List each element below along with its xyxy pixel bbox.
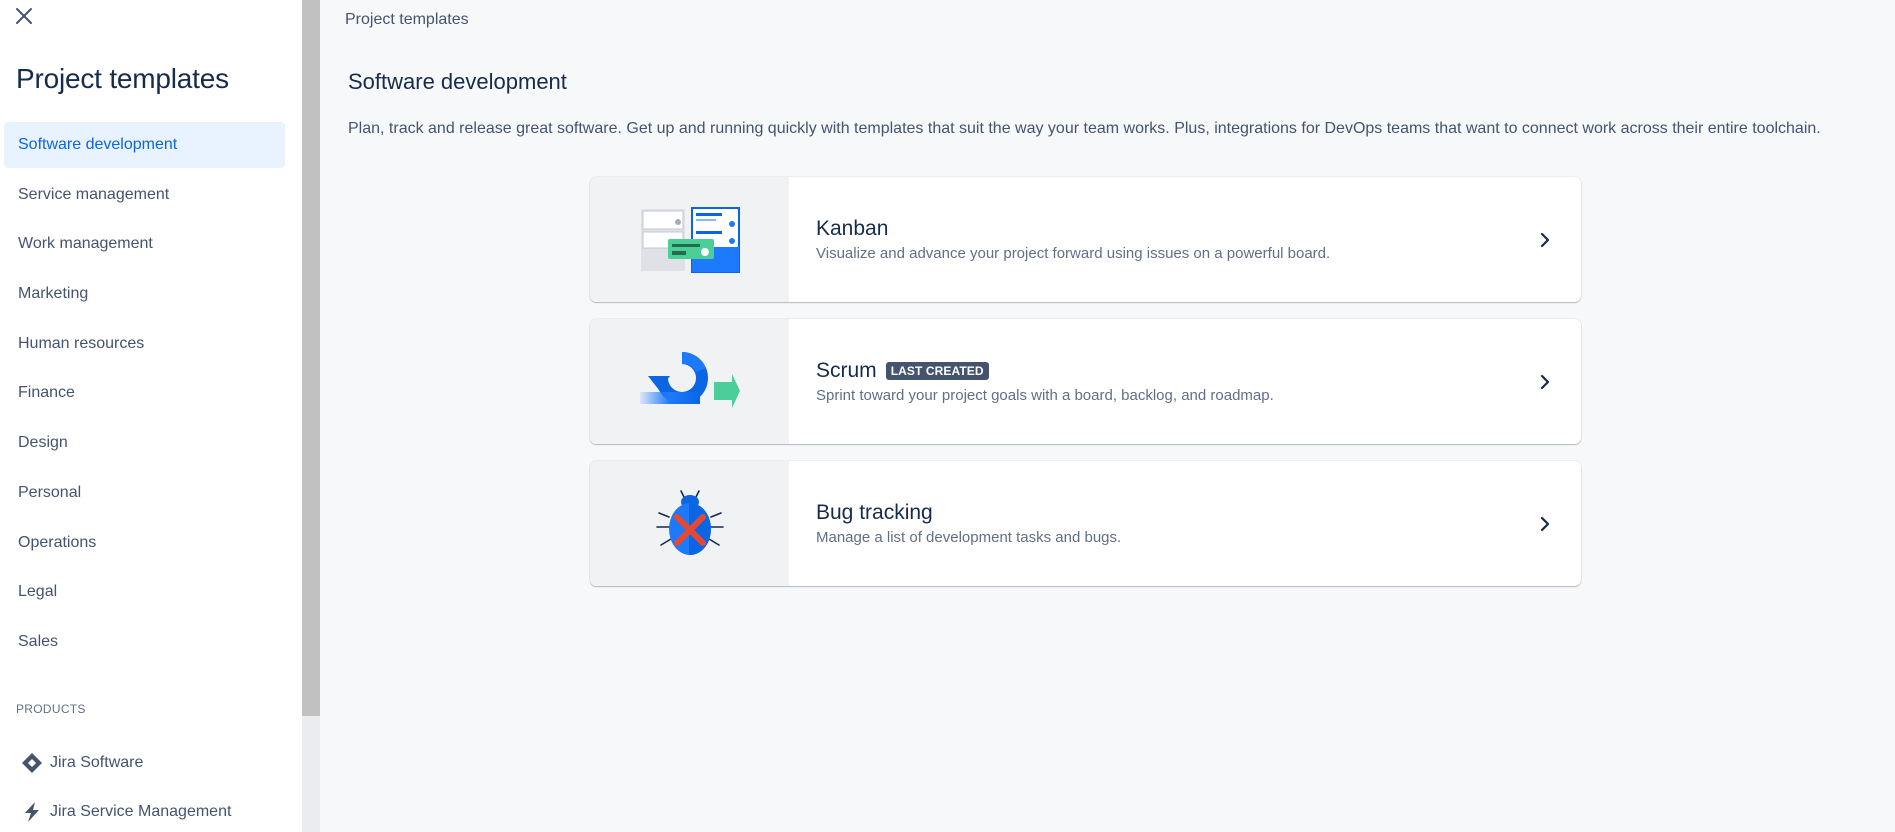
nav-item-sales[interactable]: Sales [4, 619, 285, 665]
nav-item-finance[interactable]: Finance [4, 370, 285, 416]
nav-item-design[interactable]: Design [4, 420, 285, 466]
breadcrumb[interactable]: Project templates [345, 11, 469, 29]
card-title: Bug tracking [816, 501, 933, 524]
card-title: Kanban [816, 217, 889, 240]
kanban-illustration [640, 206, 740, 273]
sidebar-title: Project templates [16, 63, 229, 94]
card-illustration [590, 177, 789, 302]
section-description: Plan, track and release great software. … [348, 120, 1821, 137]
product-jira-service-management[interactable]: Jira Service Management [20, 800, 231, 824]
card-chevron [1509, 461, 1581, 586]
nav-item-service-management[interactable]: Service management [4, 172, 285, 218]
nav-item-human-resources[interactable]: Human resources [4, 321, 285, 367]
card-body: Bug tracking Manage a list of developmen… [789, 461, 1509, 586]
jira-service-management-icon [25, 802, 39, 822]
product-label: Jira Software [50, 754, 144, 771]
nav-item-work-management[interactable]: Work management [4, 221, 285, 267]
template-card-kanban[interactable]: Kanban Visualize and advance your projec… [590, 177, 1581, 302]
nav-item-legal[interactable]: Legal [4, 569, 285, 615]
sidebar-scrollbar-thumb[interactable] [302, 0, 320, 716]
category-nav: Software development Service management … [4, 122, 285, 669]
card-title-row: Kanban [816, 217, 1509, 241]
card-description: Visualize and advance your project forwa… [816, 245, 1331, 262]
template-card-scrum[interactable]: Scrum LAST CREATED Sprint toward your pr… [590, 319, 1581, 444]
section-title: Software development [348, 69, 567, 94]
nav-item-marketing[interactable]: Marketing [4, 271, 285, 317]
card-body: Scrum LAST CREATED Sprint toward your pr… [789, 319, 1509, 444]
bug-tracking-illustration [655, 489, 724, 555]
card-chevron [1509, 177, 1581, 302]
nav-item-personal[interactable]: Personal [4, 470, 285, 516]
last-created-badge: LAST CREATED [885, 362, 989, 380]
card-body: Kanban Visualize and advance your projec… [789, 177, 1509, 302]
nav-item-software-development[interactable]: Software development [4, 122, 285, 168]
template-card-bug-tracking[interactable]: Bug tracking Manage a list of developmen… [590, 461, 1581, 586]
card-title-row: Bug tracking [816, 501, 1509, 525]
card-illustration [590, 319, 789, 444]
card-description: Sprint toward your project goals with a … [816, 387, 1274, 404]
close-icon [16, 8, 32, 24]
chevron-right-icon [1540, 516, 1550, 531]
chevron-right-icon [1540, 232, 1550, 247]
card-description: Manage a list of development tasks and b… [816, 529, 1122, 546]
scrum-illustration [639, 351, 740, 408]
card-title-row: Scrum LAST CREATED [816, 359, 1509, 383]
card-chevron [1509, 319, 1581, 444]
chevron-right-icon [1540, 374, 1550, 389]
nav-item-operations[interactable]: Operations [4, 520, 285, 566]
close-button[interactable] [12, 4, 36, 28]
product-label: Jira Service Management [50, 803, 232, 820]
jira-software-icon [22, 753, 42, 773]
card-title: Scrum [816, 359, 877, 382]
card-illustration [590, 461, 789, 586]
sidebar: Project templates Software development S… [0, 0, 302, 832]
product-jira-software[interactable]: Jira Software [20, 751, 143, 775]
products-section-label: PRODUCTS [16, 702, 86, 716]
